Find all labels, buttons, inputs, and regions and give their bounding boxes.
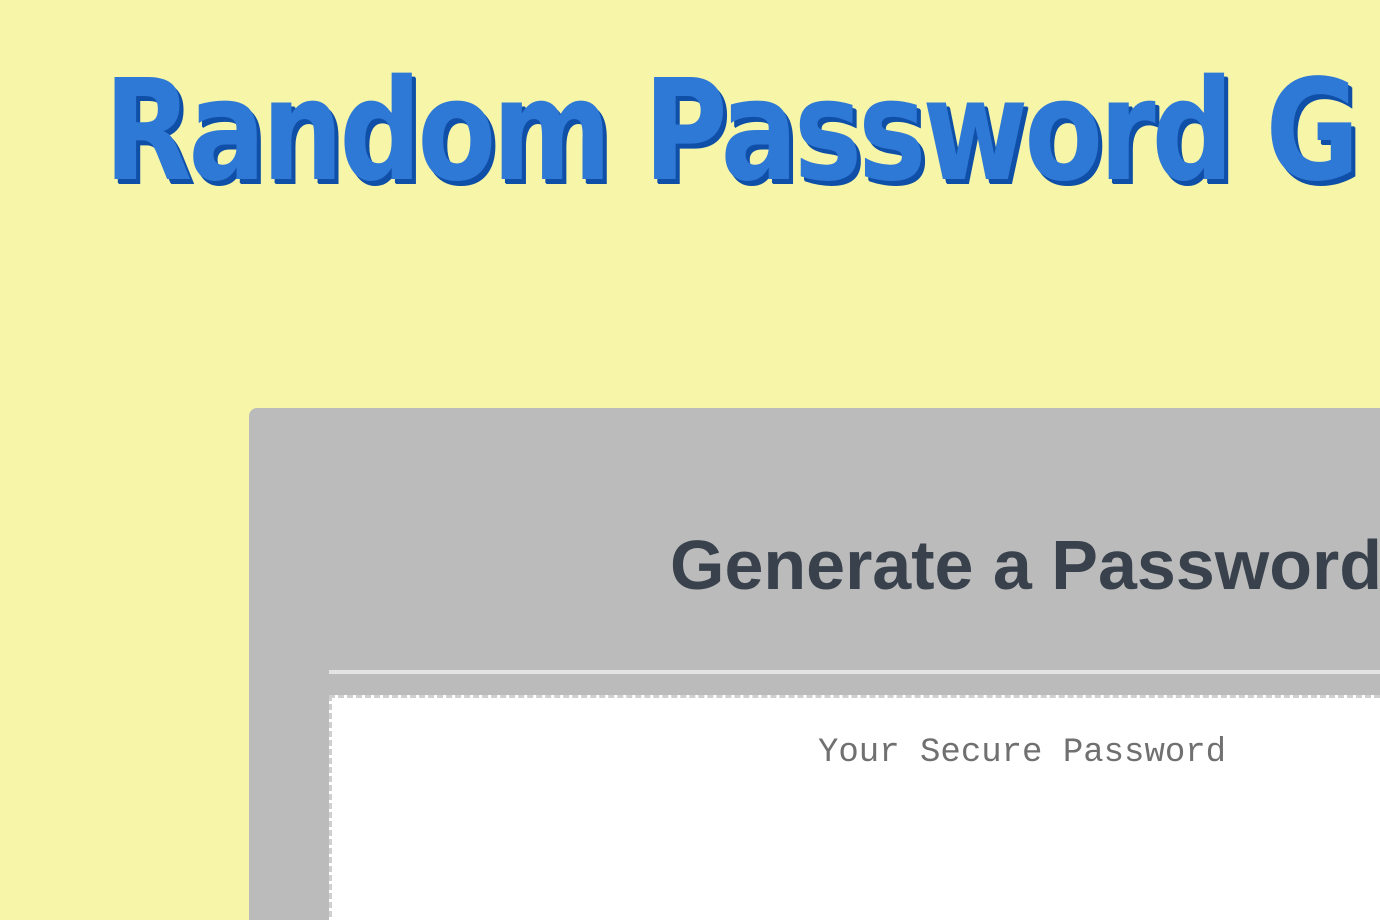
card-header: Generate a Password bbox=[329, 408, 1380, 674]
page-title: Random Password G bbox=[104, 50, 1360, 213]
card-title: Generate a Password bbox=[670, 526, 1380, 604]
generator-card: Generate a Password bbox=[249, 408, 1380, 920]
password-output[interactable] bbox=[329, 695, 1380, 920]
